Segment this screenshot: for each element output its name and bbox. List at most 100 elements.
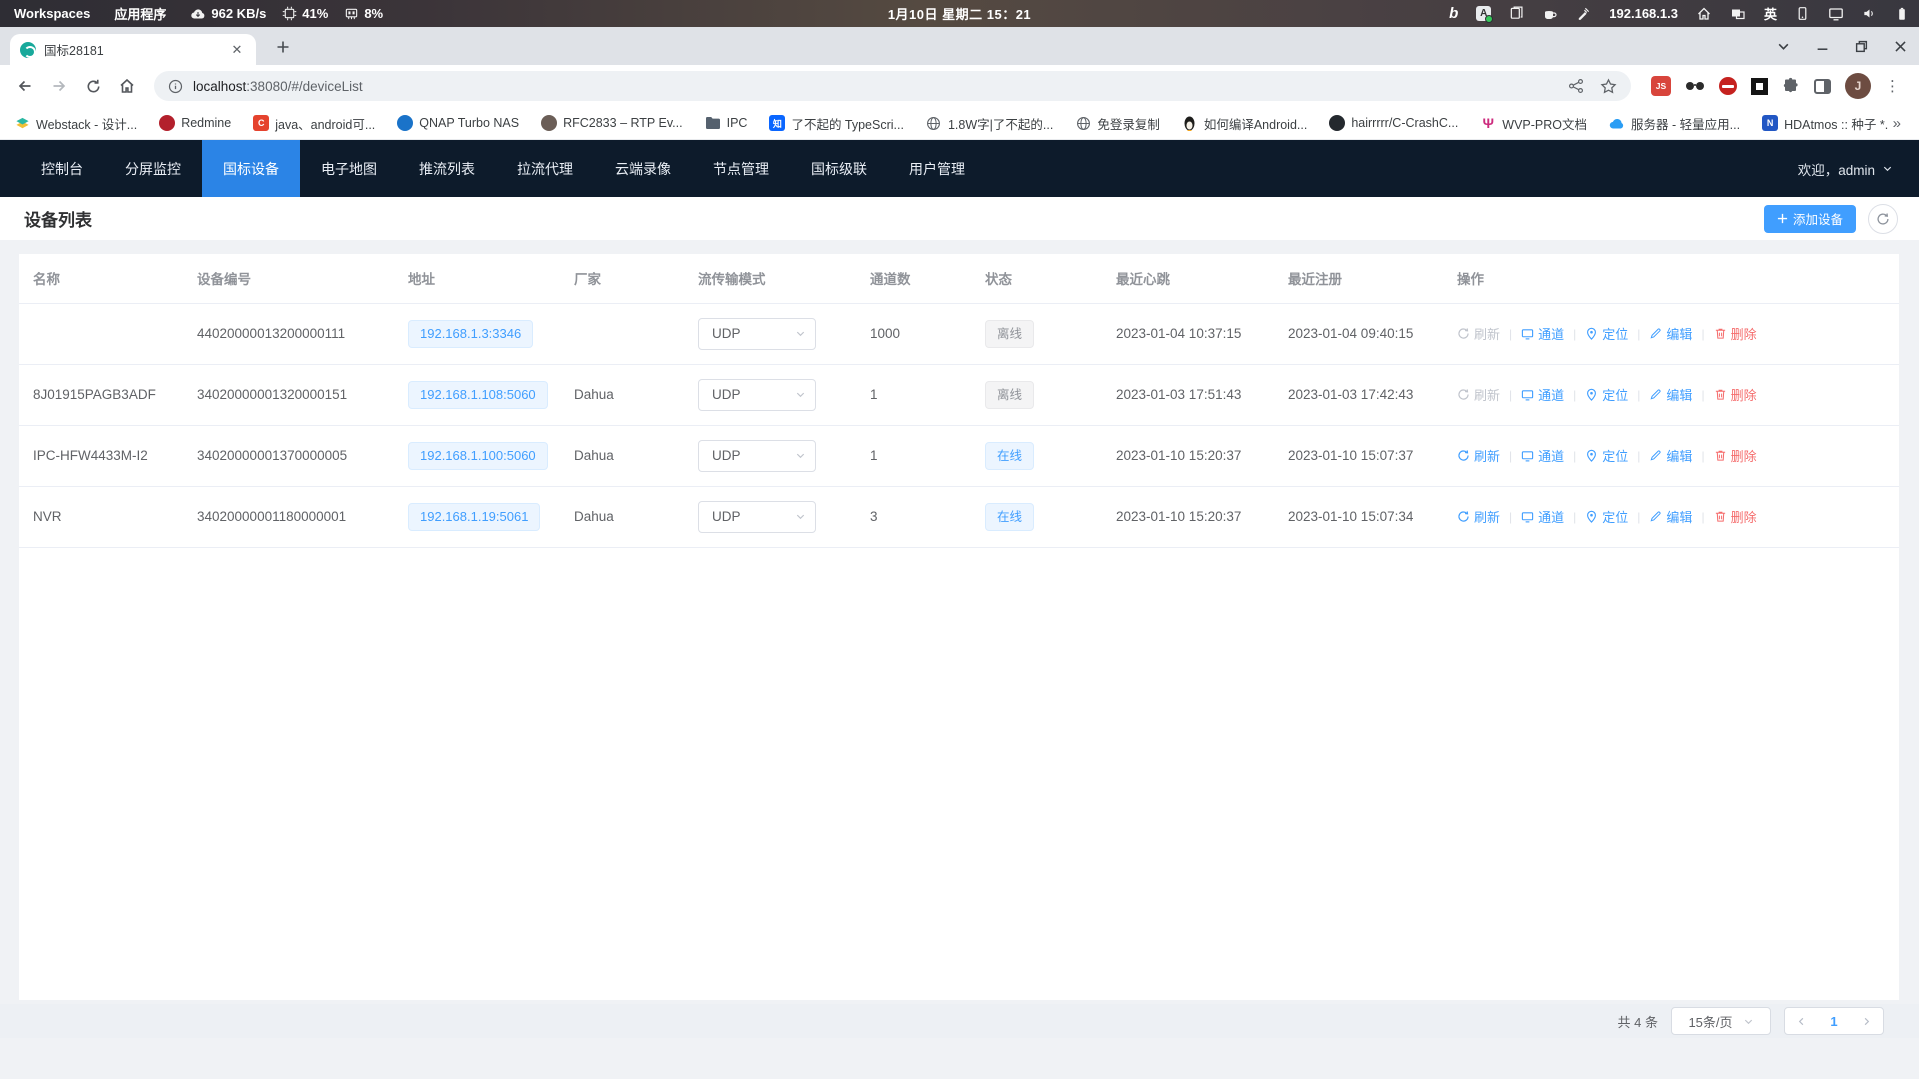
clipboard-icon[interactable]: [1509, 6, 1524, 21]
delete-action[interactable]: 删除: [1714, 385, 1757, 404]
channel-action[interactable]: 通道: [1521, 385, 1564, 404]
nav-item-3[interactable]: 电子地图: [300, 140, 398, 197]
bookmark-item[interactable]: 知了不起的 TypeScri...: [769, 114, 904, 133]
close-icon[interactable]: [1894, 40, 1907, 53]
bookmark-item[interactable]: 1.8W字|了不起的...: [926, 114, 1053, 133]
edit-action[interactable]: 编辑: [1649, 446, 1692, 465]
nav-item-1[interactable]: 分屏监控: [104, 140, 202, 197]
bookmark-item[interactable]: Redmine: [159, 115, 231, 131]
nav-item-5[interactable]: 拉流代理: [496, 140, 594, 197]
forward-button[interactable]: [44, 71, 74, 101]
display-icon[interactable]: [1828, 6, 1844, 22]
user-menu[interactable]: 欢迎，admin: [1798, 140, 1919, 197]
refresh-action[interactable]: 刷新: [1457, 324, 1500, 343]
nav-item-6[interactable]: 云端录像: [594, 140, 692, 197]
workspace-switcher-icon[interactable]: [1730, 6, 1746, 22]
nav-item-2[interactable]: 国标设备: [202, 140, 300, 197]
locate-action[interactable]: 定位: [1585, 507, 1628, 526]
refresh-list-button[interactable]: [1868, 204, 1898, 234]
locate-action[interactable]: 定位: [1585, 385, 1628, 404]
applications-button[interactable]: 应用程序: [114, 4, 166, 23]
bookmark-item[interactable]: RFC2833 – RTP Ev...: [541, 115, 683, 131]
locate-action[interactable]: 定位: [1585, 446, 1628, 465]
tab-search-icon[interactable]: [1777, 40, 1790, 53]
nav-item-9[interactable]: 用户管理: [888, 140, 986, 197]
new-tab-button[interactable]: [270, 34, 296, 60]
bookmark-item[interactable]: IPC: [705, 115, 748, 131]
workspaces-button[interactable]: Workspaces: [14, 6, 90, 21]
reload-button[interactable]: [78, 71, 108, 101]
prev-page-icon[interactable]: [1796, 1016, 1807, 1027]
js-extension-icon[interactable]: JS: [1651, 76, 1671, 96]
bookmark-item[interactable]: 如何编译Android...: [1182, 114, 1308, 133]
address-tag: 192.168.1.19:5061: [408, 503, 540, 531]
page-size-select[interactable]: 15条/页: [1671, 1007, 1771, 1035]
screenshot-extension-icon[interactable]: [1751, 78, 1768, 95]
bookmark-item[interactable]: hairrrrr/C-CrashC...: [1329, 115, 1458, 131]
nav-item-4[interactable]: 推流列表: [398, 140, 496, 197]
glasses-extension-icon[interactable]: [1685, 80, 1705, 92]
refresh-icon: [1876, 212, 1890, 226]
profile-avatar[interactable]: J: [1845, 73, 1871, 99]
stream-mode-select[interactable]: UDP: [698, 318, 816, 350]
address-bar[interactable]: localhost:38080/#/deviceList: [154, 71, 1631, 101]
dictionary-icon[interactable]: A: [1476, 6, 1491, 21]
color-picker-icon[interactable]: [1576, 6, 1591, 21]
bookmark-item[interactable]: NHDAtmos :: 种子 *...: [1762, 114, 1889, 133]
browser-menu-icon[interactable]: ⋮: [1885, 77, 1901, 95]
minimize-icon[interactable]: [1816, 40, 1829, 53]
current-page[interactable]: 1: [1830, 1014, 1837, 1029]
edit-action[interactable]: 编辑: [1649, 324, 1692, 343]
extensions-puzzle-icon[interactable]: [1782, 77, 1800, 95]
delete-action[interactable]: 删除: [1714, 446, 1757, 465]
bookmark-item[interactable]: 服务器 - 轻量应用...: [1609, 114, 1740, 133]
nav-item-7[interactable]: 节点管理: [692, 140, 790, 197]
tab-close-icon[interactable]: ✕: [228, 41, 246, 59]
refresh-action[interactable]: 刷新: [1457, 446, 1500, 465]
system-clock[interactable]: 1月10日 星期二 15：21: [888, 4, 1031, 23]
restore-icon[interactable]: [1855, 40, 1868, 53]
stream-mode-select[interactable]: UDP: [698, 501, 816, 533]
refresh-action[interactable]: 刷新: [1457, 507, 1500, 526]
battery-icon[interactable]: [1895, 6, 1909, 22]
volume-icon[interactable]: [1862, 6, 1877, 21]
browser-tab[interactable]: 国标28181 ✕: [10, 34, 256, 65]
home-icon[interactable]: [1696, 6, 1712, 22]
actions-cell: 刷新|通道|定位|编辑|删除: [1443, 303, 1899, 364]
stream-mode-select[interactable]: UDP: [698, 379, 816, 411]
channel-action[interactable]: 通道: [1521, 324, 1564, 343]
bookmark-star-icon[interactable]: [1600, 78, 1617, 95]
edit-action[interactable]: 编辑: [1649, 507, 1692, 526]
bookmark-item[interactable]: Webstack - 设计...: [14, 114, 137, 133]
share-icon[interactable]: [1568, 78, 1584, 94]
site-info-icon[interactable]: [168, 79, 183, 94]
bookmark-item[interactable]: 免登录复制: [1075, 114, 1160, 133]
sidebar-toggle-icon[interactable]: [1814, 79, 1831, 94]
add-device-button[interactable]: 添加设备: [1764, 205, 1856, 233]
stream-mode-select[interactable]: UDP: [698, 440, 816, 472]
edit-action[interactable]: 编辑: [1649, 385, 1692, 404]
heartbeat-cell: 2023-01-10 15:20:37: [1102, 486, 1274, 547]
channel-action[interactable]: 通道: [1521, 507, 1564, 526]
action-separator: |: [1637, 388, 1640, 402]
back-button[interactable]: [10, 71, 40, 101]
bing-icon[interactable]: b: [1449, 5, 1458, 22]
phone-link-icon[interactable]: [1795, 6, 1810, 21]
adblock-extension-icon[interactable]: [1719, 77, 1737, 95]
input-method-indicator[interactable]: 英: [1764, 4, 1777, 23]
locate-action[interactable]: 定位: [1585, 324, 1628, 343]
refresh-action[interactable]: 刷新: [1457, 385, 1500, 404]
bookmark-item[interactable]: Cjava、android可...: [253, 114, 375, 133]
bookmark-item[interactable]: ΨWVP-PRO文档: [1480, 114, 1587, 133]
bookmark-item[interactable]: QNAP Turbo NAS: [397, 115, 519, 131]
nav-item-0[interactable]: 控制台: [20, 140, 104, 197]
delete-action[interactable]: 删除: [1714, 324, 1757, 343]
home-button[interactable]: [112, 71, 142, 101]
channel-action[interactable]: 通道: [1521, 446, 1564, 465]
delete-action[interactable]: 删除: [1714, 507, 1757, 526]
ip-address-indicator[interactable]: 192.168.1.3: [1609, 6, 1678, 21]
next-page-icon[interactable]: [1861, 1016, 1872, 1027]
nav-item-8[interactable]: 国标级联: [790, 140, 888, 197]
coffee-icon[interactable]: [1542, 6, 1558, 22]
bookmarks-overflow-icon[interactable]: »: [1889, 115, 1905, 132]
